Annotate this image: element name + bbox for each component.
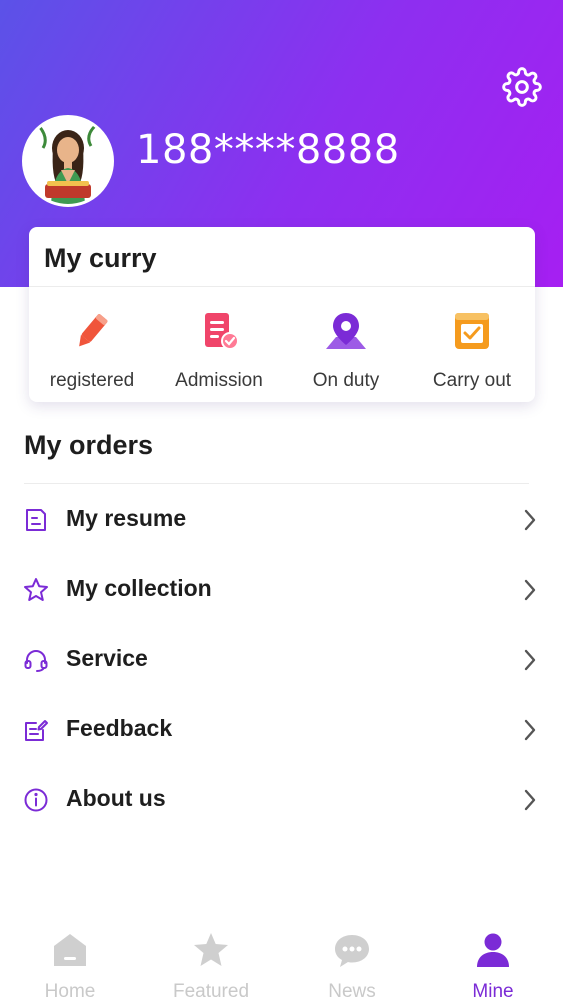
admission-doc-icon	[205, 313, 239, 350]
headset-icon	[24, 650, 48, 672]
avatar[interactable]	[22, 115, 114, 207]
menu-label: My collection	[66, 575, 212, 601]
tab-featured[interactable]: Featured	[156, 930, 266, 1000]
menu-item-feedback[interactable]: Feedback	[0, 698, 563, 762]
tab-home[interactable]: Home	[15, 930, 125, 1000]
tab-mine[interactable]: Mine	[438, 930, 548, 1000]
checkbox-done-icon	[455, 313, 489, 349]
card-title: My curry	[44, 243, 157, 273]
stat-carry-out[interactable]: Carry out	[417, 309, 527, 391]
tab-label: Featured	[172, 981, 250, 1000]
menu-item-resume[interactable]: My resume	[0, 488, 563, 552]
pencil-icon	[79, 314, 108, 347]
bottom-tab-bar: Home Featured News Mine	[0, 920, 563, 1000]
menu-label: Feedback	[66, 715, 173, 741]
my-curry-card: My curry registered Admission On duty Ca…	[29, 227, 535, 402]
star-icon	[194, 933, 228, 966]
menu-label: About us	[66, 785, 166, 811]
gear-icon	[502, 67, 542, 107]
avatar-illustration	[25, 118, 111, 204]
tab-news[interactable]: News	[297, 930, 407, 1000]
stat-label: registered	[49, 370, 135, 391]
section-divider	[24, 483, 529, 484]
chevron-right-icon	[524, 719, 536, 741]
stat-label: Admission	[175, 370, 263, 391]
orders-title: My orders	[24, 430, 154, 460]
menu-label: My resume	[66, 505, 187, 531]
chevron-right-icon	[524, 579, 536, 601]
card-divider	[29, 286, 535, 287]
star-outline-icon	[24, 578, 48, 601]
edit-note-icon	[25, 720, 48, 741]
stat-label: On duty	[312, 370, 380, 391]
menu-label: Service	[66, 645, 148, 671]
username: 188****8888	[136, 127, 400, 173]
stat-on-duty[interactable]: On duty	[291, 309, 401, 391]
info-icon	[24, 788, 48, 812]
chevron-right-icon	[524, 789, 536, 811]
person-icon	[477, 933, 509, 967]
stat-label: Carry out	[432, 370, 512, 391]
chevron-right-icon	[524, 649, 536, 671]
tab-label: News	[328, 981, 376, 1000]
chevron-right-icon	[524, 509, 536, 531]
home-icon	[54, 934, 86, 966]
menu-item-service[interactable]: Service	[0, 628, 563, 692]
resume-icon	[26, 509, 46, 531]
menu-item-about[interactable]: About us	[0, 768, 563, 832]
stat-admission[interactable]: Admission	[164, 309, 274, 391]
tab-label: Mine	[472, 981, 514, 1000]
menu-item-collection[interactable]: My collection	[0, 558, 563, 622]
location-pin-icon	[326, 313, 366, 349]
settings-button[interactable]	[501, 66, 543, 108]
tab-label: Home	[44, 981, 96, 1000]
chat-bubble-icon	[335, 935, 369, 967]
stat-registered[interactable]: registered	[37, 309, 147, 391]
